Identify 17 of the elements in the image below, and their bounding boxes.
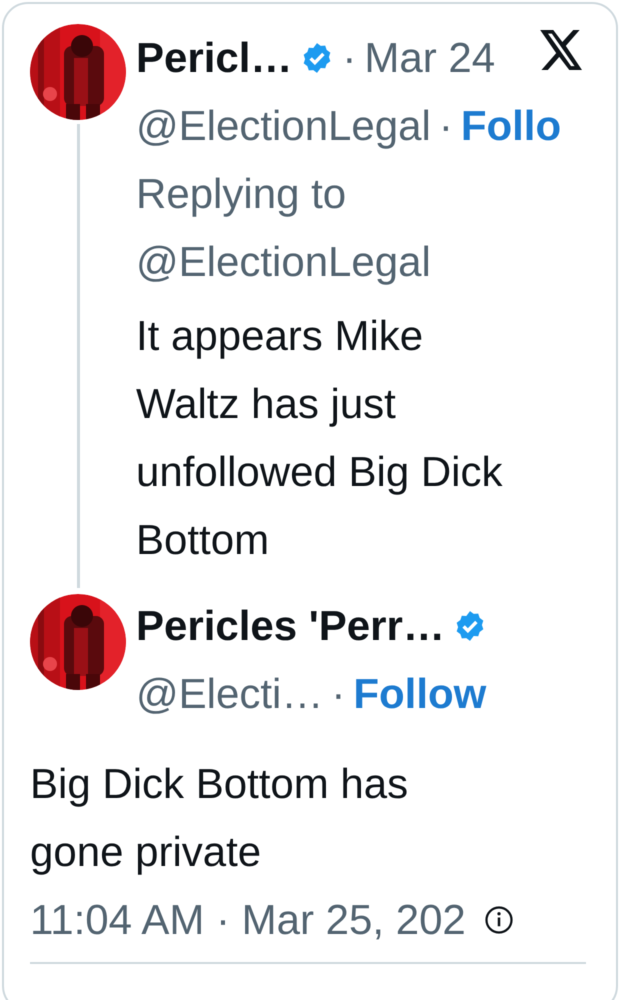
post-text: Big Dick Bottom has gone private [30, 759, 410, 877]
separator-dot: · [342, 33, 356, 83]
post-timestamp: 11:04 AM · Mar 25, 202 [30, 895, 466, 945]
author-name[interactable]: Pericl… [136, 24, 292, 92]
author-handle[interactable]: @ElectionLegal [136, 92, 431, 160]
follow-link[interactable]: Follo [460, 92, 562, 160]
x-logo-icon [540, 30, 584, 70]
follow-link[interactable]: Follow [353, 660, 486, 728]
info-icon[interactable] [484, 905, 514, 935]
reply-handle-link[interactable]: @ElectionLegal [136, 228, 431, 296]
post-date[interactable]: Mar 24 [364, 24, 496, 92]
author-handle[interactable]: @Electi… [136, 660, 324, 728]
replying-to-label: Replying to [136, 169, 346, 219]
separator-dot: · [438, 101, 453, 151]
post-text: It appears Mike Waltz has just unfollowed Big Dick Bottom [136, 311, 504, 565]
author-name[interactable]: Pericles 'Perr… [136, 592, 445, 660]
separator-dot: · [331, 669, 346, 719]
